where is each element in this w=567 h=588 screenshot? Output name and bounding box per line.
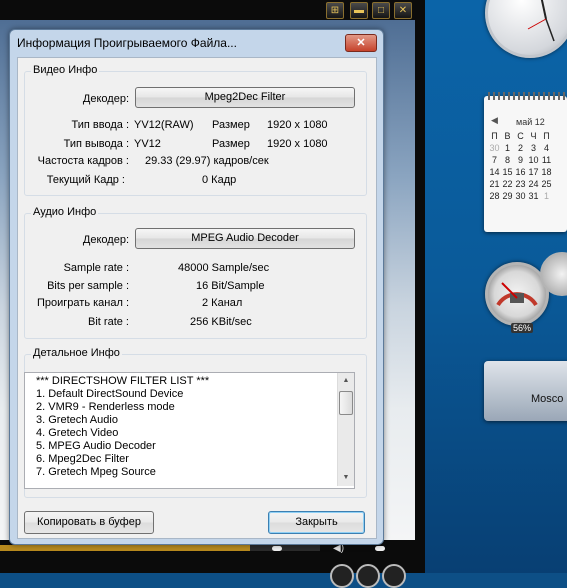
calendar-day[interactable]: 30 [488,143,501,153]
calendar-day[interactable]: 24 [527,179,540,189]
clock-hands-icon [527,0,555,42]
output-size-value: 1920 x 1080 [267,138,328,150]
copy-to-clipboard-button[interactable]: Копировать в буфер [24,511,154,534]
calendar-day[interactable]: 29 [501,191,514,201]
calendar-day[interactable]: 15 [501,167,514,177]
output-size-label: Размер [212,138,250,150]
calendar-day[interactable]: 21 [488,179,501,189]
list-item: 6. Mpeg2Dec Filter [36,453,129,465]
filter-list: *** DIRECTSHOW FILTER LIST *** 1. Default… [36,375,336,479]
calendar-day[interactable]: 31 [527,191,540,201]
calendar-weekday: Ч [530,131,537,141]
calendar-grid: П В С Ч П 30 1 2 3 4 7 8 9 10 11 14 15 16 17 18 21 22 23 24 25 28… [488,131,553,201]
scroll-down-icon[interactable]: ▼ [340,473,352,483]
input-size-label: Размер [212,119,250,131]
list-item: *** DIRECTSHOW FILTER LIST *** [36,375,210,387]
audio-decoder-button[interactable]: MPEG Audio Decoder [135,228,355,249]
calendar-day[interactable]: 22 [501,179,514,189]
calendar-day[interactable]: 9 [514,155,527,165]
output-type-value: YV12 [134,138,161,150]
calendar-day[interactable]: 1 [540,191,553,201]
bitrate-label: Bit rate : [88,316,129,328]
calendar-gadget[interactable]: ◀ май 12 П В С Ч П 30 1 2 3 4 7 8 9 10 11 14 15 16 17 18 21 2… [484,92,567,232]
clock-gadget[interactable] [485,0,567,58]
channels-label: Проиграть канал : [36,297,129,309]
calendar-day[interactable]: 28 [488,191,501,201]
list-scrollbar[interactable]: ▲ ▼ [337,373,354,486]
video-group-title: Видео Инфо [31,64,100,76]
audio-group-title: Аудио Инфо [31,206,99,218]
calendar-day[interactable]: 7 [488,155,501,165]
output-type-label: Тип вывода : [63,138,129,150]
audio-decoder-label: Декодер: [82,234,129,246]
list-item: 7. Gretech Mpeg Source [36,466,156,478]
calendar-day[interactable]: 11 [540,155,553,165]
current-frame-label: Текущий Кадр : [46,174,125,186]
bits-per-sample-label: Bits per sample : [47,280,129,292]
calendar-day[interactable]: 16 [514,167,527,177]
calendar-day[interactable]: 14 [488,167,501,177]
framerate-value: 29.33 (29.97) кадров/сек [145,155,269,167]
sample-rate-value: 48000 Sample/sec [178,262,270,274]
list-item: 5. MPEG Audio Decoder [36,440,156,452]
calendar-rings [488,92,567,100]
video-decoder-label: Декодер: [82,93,129,105]
input-size-value: 1920 x 1080 [267,119,328,131]
calendar-day[interactable]: 17 [527,167,540,177]
calendar-weekday: В [504,131,511,141]
calendar-day[interactable]: 30 [514,191,527,201]
gauge-icon [496,282,538,307]
minimize-button[interactable]: ▬ [350,2,368,19]
channels-value: 2 Канал [202,297,243,309]
calendar-weekday: П [543,131,550,141]
current-frame-value: 0 Кадр [202,174,237,186]
calendar-day[interactable]: 25 [540,179,553,189]
sample-rate-label: Sample rate : [63,262,129,274]
fullscreen-icon[interactable]: ⊞ [326,2,344,19]
weather-gadget[interactable] [484,361,567,421]
calendar-month: май 12 [516,117,545,127]
play-button[interactable] [356,564,380,588]
scroll-up-icon[interactable]: ▲ [340,376,352,386]
scroll-thumb[interactable] [339,391,353,415]
details-group-title: Детальное Инфо [31,347,122,359]
list-item: 3. Gretech Audio [36,414,118,426]
list-item: 4. Gretech Video [36,427,119,439]
calendar-day[interactable]: 2 [514,143,527,153]
calendar-day[interactable]: 3 [527,143,540,153]
calendar-day[interactable]: 23 [514,179,527,189]
cpu-meter-value: 56% [511,323,534,333]
close-button[interactable]: Закрыть [268,511,365,534]
next-button[interactable] [382,564,406,588]
calendar-day[interactable]: 10 [527,155,540,165]
weather-city: Mosco [531,393,564,405]
list-item: 2. VMR9 - Renderless mode [36,401,175,413]
prev-button[interactable] [330,564,354,588]
seek-progress [0,545,250,551]
calendar-weekday: П [491,131,498,141]
dialog-close-button[interactable]: ✕ [345,34,377,52]
calendar-day[interactable]: 8 [501,155,514,165]
filter-list-box[interactable]: *** DIRECTSHOW FILTER LIST *** 1. Default… [24,372,355,489]
calendar-prev-icon[interactable]: ◀ [491,115,498,126]
dialog-title: Информация Проигрываемого Файла... [17,36,237,50]
input-type-value: YV12(RAW) [134,119,194,131]
player-close-button[interactable]: ✕ [394,2,412,19]
list-item: 1. Default DirectSound Device [36,388,184,400]
input-type-label: Тип ввода : [71,119,129,131]
video-decoder-button[interactable]: Mpeg2Dec Filter [135,87,355,108]
bits-per-sample-value: 16 Bit/Sample [196,280,265,292]
calendar-weekday: С [517,131,524,141]
bitrate-value: 256 KBit/sec [190,316,252,328]
calendar-day[interactable]: 1 [501,143,514,153]
seek-thumb[interactable] [272,546,282,551]
calendar-day[interactable]: 4 [540,143,553,153]
volume-thumb[interactable] [375,546,385,551]
framerate-label: Частоста кадров : [37,155,129,167]
maximize-button[interactable]: □ [372,2,390,19]
calendar-day[interactable]: 18 [540,167,553,177]
